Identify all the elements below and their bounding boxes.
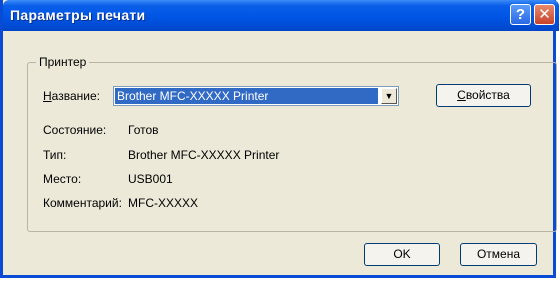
- comment-value: MFC-XXXXX: [128, 196, 199, 210]
- properties-label: войства: [465, 88, 510, 102]
- chevron-down-icon[interactable]: ▼: [381, 88, 397, 104]
- title-bar[interactable]: Параметры печати ? ✕: [3, 0, 559, 31]
- location-label: Место:: [43, 172, 82, 186]
- name-label-accelerator: Н: [43, 89, 52, 103]
- status-value: Готов: [128, 123, 159, 137]
- printer-name-combobox[interactable]: Brother MFC-XXXXX Printer ▼: [113, 86, 399, 106]
- name-label-text: азвание:: [51, 89, 100, 103]
- dialog-title: Параметры печати: [10, 7, 146, 23]
- help-button[interactable]: ?: [510, 4, 531, 25]
- properties-accelerator: С: [457, 88, 466, 102]
- cancel-button[interactable]: Отмена: [460, 243, 537, 266]
- comment-label: Комментарий:: [43, 196, 122, 210]
- name-label: Название:: [43, 89, 100, 103]
- status-label: Состояние:: [43, 123, 107, 137]
- properties-button[interactable]: Свойства: [436, 84, 531, 107]
- close-button[interactable]: ✕: [534, 4, 555, 25]
- ok-button[interactable]: OK: [364, 243, 440, 266]
- type-value: Brother MFC-XXXXX Printer: [128, 148, 280, 162]
- printer-group-legend: Принтер: [36, 55, 90, 69]
- location-value: USB001: [128, 172, 173, 186]
- printer-name-value: Brother MFC-XXXXX Printer: [115, 88, 378, 104]
- type-label: Тип:: [43, 148, 67, 162]
